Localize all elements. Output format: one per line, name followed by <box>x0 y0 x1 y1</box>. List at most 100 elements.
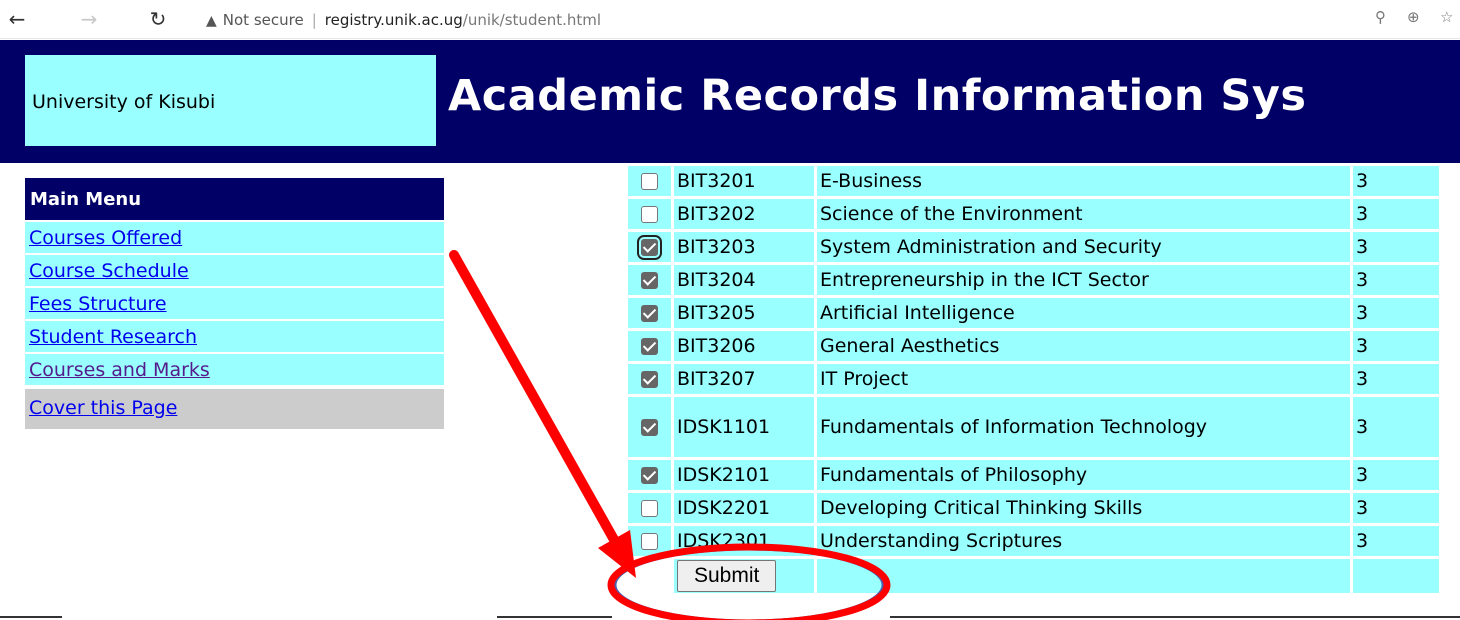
course-checkbox[interactable] <box>637 235 662 260</box>
course-title: Entrepreneurship in the ICT Sector <box>817 265 1350 295</box>
menu-footer: Cover this Page <box>25 385 444 429</box>
course-code: BIT3204 <box>674 265 814 295</box>
courses-and-marks-link[interactable]: Courses and Marks <box>29 359 210 381</box>
course-units: 3 <box>1353 232 1439 262</box>
course-code: IDSK2101 <box>674 460 814 490</box>
back-arrow-icon[interactable]: ← <box>4 7 30 31</box>
table-row: BIT3207 IT Project 3 <box>628 364 1439 394</box>
warning-triangle-icon: ▲ <box>206 13 217 29</box>
checkbox-cell <box>628 166 671 196</box>
divider <box>890 616 1460 618</box>
course-code: BIT3203 <box>674 232 814 262</box>
zoom-icon[interactable]: ⊕ <box>1407 8 1420 26</box>
course-code: IDSK2301 <box>674 526 814 556</box>
course-code: BIT3206 <box>674 331 814 361</box>
course-checkbox[interactable] <box>641 338 658 355</box>
menu-item-course-schedule: Course Schedule <box>25 253 444 286</box>
checkbox-cell <box>628 397 671 457</box>
student-research-link[interactable]: Student Research <box>29 326 197 348</box>
menu-item-courses-and-marks: Courses and Marks <box>25 352 444 385</box>
table-row: BIT3203 System Administration and Securi… <box>628 232 1439 262</box>
security-label: Not secure <box>222 11 304 29</box>
divider <box>497 616 612 618</box>
empty-cell <box>628 559 671 593</box>
course-code: BIT3207 <box>674 364 814 394</box>
system-title: Academic Records Information Sys <box>448 71 1307 121</box>
course-units: 3 <box>1353 298 1439 328</box>
course-units: 3 <box>1353 526 1439 556</box>
checkbox-cell <box>628 232 671 262</box>
address-separator: | <box>311 11 317 29</box>
table-row: IDSK2301 Understanding Scriptures 3 <box>628 526 1439 556</box>
university-box: University of Kisubi <box>25 55 436 146</box>
checkbox-cell <box>628 265 671 295</box>
course-checkbox[interactable] <box>641 467 658 484</box>
checkbox-cell <box>628 331 671 361</box>
course-checkbox[interactable] <box>641 533 658 550</box>
course-checkbox[interactable] <box>641 173 658 190</box>
course-title: IT Project <box>817 364 1350 394</box>
table-row: IDSK2101 Fundamentals of Philosophy 3 <box>628 460 1439 490</box>
course-checkbox[interactable] <box>641 305 658 322</box>
course-title: Understanding Scriptures <box>817 526 1350 556</box>
table-row: BIT3206 General Aesthetics 3 <box>628 331 1439 361</box>
course-checkbox[interactable] <box>641 371 658 388</box>
course-units: 3 <box>1353 397 1439 457</box>
courses-offered-link[interactable]: Courses Offered <box>29 227 182 249</box>
checkbox-cell <box>628 460 671 490</box>
main-menu-heading: Main Menu <box>25 178 444 220</box>
checkbox-cell <box>628 526 671 556</box>
course-checkbox[interactable] <box>641 419 658 436</box>
empty-cell <box>1353 559 1439 593</box>
course-checkbox[interactable] <box>641 206 658 223</box>
menu-item-fees-structure: Fees Structure <box>25 286 444 319</box>
course-units: 3 <box>1353 199 1439 229</box>
checkbox-cell <box>628 199 671 229</box>
browser-toolbar: ← → ↻ ▲ Not secure | registry.unik.ac.ug/un… <box>0 0 1460 39</box>
course-units: 3 <box>1353 331 1439 361</box>
url-path: /unik/student.html <box>462 11 602 29</box>
table-row: IDSK2201 Developing Critical Thinking Sk… <box>628 493 1439 523</box>
course-code: BIT3205 <box>674 298 814 328</box>
course-title: System Administration and Security <box>817 232 1350 262</box>
course-units: 3 <box>1353 364 1439 394</box>
pointer-arrow-shaft <box>449 250 622 550</box>
table-row: IDSK1101 Fundamentals of Information Tec… <box>628 397 1439 457</box>
course-code: IDSK1101 <box>674 397 814 457</box>
checkbox-cell <box>628 364 671 394</box>
forward-arrow-icon[interactable]: → <box>76 7 102 31</box>
menu-item-student-research: Student Research <box>25 319 444 352</box>
university-name: University of Kisubi <box>32 91 216 113</box>
table-row: BIT3201 E-Business 3 <box>628 166 1439 196</box>
address-bar[interactable]: ▲ Not secure | registry.unik.ac.ug/unik/stu… <box>206 9 601 31</box>
course-title: General Aesthetics <box>817 331 1350 361</box>
checkbox-cell <box>628 493 671 523</box>
key-icon[interactable]: ⚲ <box>1375 8 1386 26</box>
favorite-star-icon[interactable]: ☆ <box>1440 8 1453 26</box>
fees-structure-link[interactable]: Fees Structure <box>29 293 167 315</box>
submit-button[interactable]: Submit <box>677 560 777 592</box>
cover-this-page-link[interactable]: Cover this Page <box>29 397 177 419</box>
course-checkbox[interactable] <box>641 500 658 517</box>
empty-cell <box>817 559 1350 593</box>
checkbox-cell <box>628 298 671 328</box>
url-host: registry.unik.ac.ug <box>324 11 463 29</box>
table-row: BIT3204 Entrepreneurship in the ICT Sect… <box>628 265 1439 295</box>
course-checkbox[interactable] <box>641 272 658 289</box>
main-menu: Main Menu Courses Offered Course Schedul… <box>25 178 444 429</box>
course-code: BIT3202 <box>674 199 814 229</box>
submit-cell: Submit <box>674 559 814 593</box>
course-schedule-link[interactable]: Course Schedule <box>29 260 189 282</box>
page-header: University of Kisubi Academic Records In… <box>0 40 1460 163</box>
course-title: Artificial Intelligence <box>817 298 1350 328</box>
course-units: 3 <box>1353 265 1439 295</box>
divider <box>0 616 62 618</box>
menu-item-courses-offered: Courses Offered <box>25 220 444 253</box>
course-title: E-Business <box>817 166 1350 196</box>
course-units: 3 <box>1353 460 1439 490</box>
course-title: Fundamentals of Information Technology <box>817 397 1350 457</box>
course-units: 3 <box>1353 166 1439 196</box>
course-units: 3 <box>1353 493 1439 523</box>
course-title: Science of the Environment <box>817 199 1350 229</box>
reload-icon[interactable]: ↻ <box>145 7 171 31</box>
